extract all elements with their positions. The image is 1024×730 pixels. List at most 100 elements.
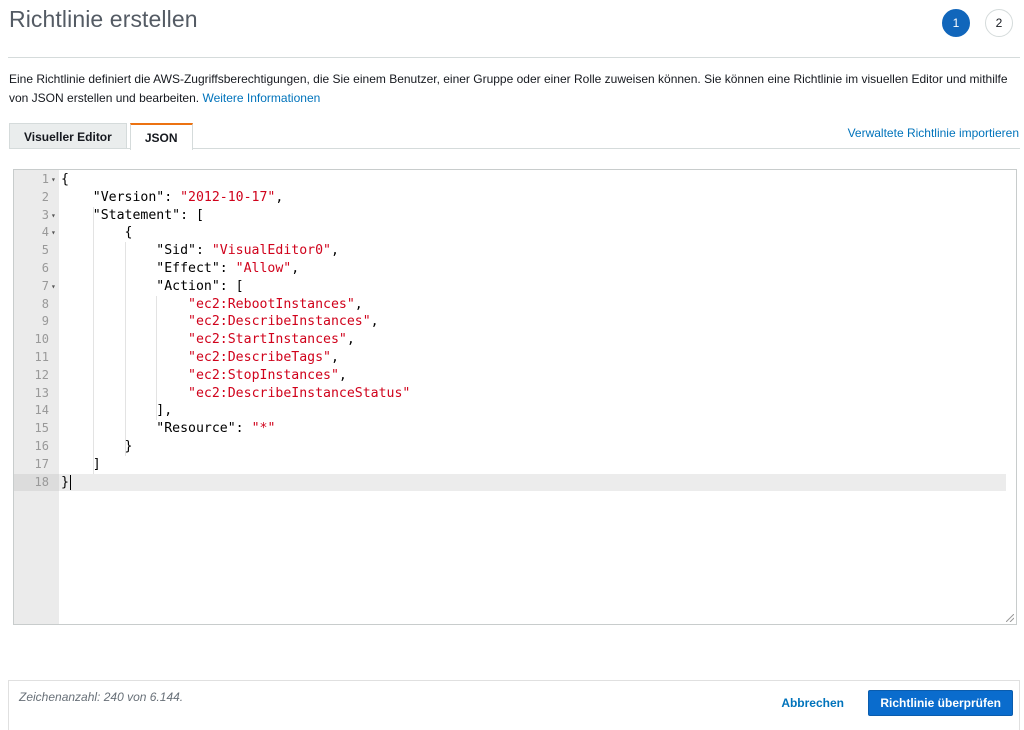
json-token: , [275,189,284,205]
code-text: "Version": "2012-10-17", [61,189,284,207]
json-string: "*" [251,421,276,437]
json-token: ] [61,456,101,472]
json-token: } [61,474,69,490]
line-number: 16 [34,439,49,453]
code-line: 8 "ec2:RebootInstances", [14,296,1016,314]
editor-tabs: Visueller Editor JSON [9,123,196,150]
code-text: "ec2:StartInstances", [61,331,355,349]
tab-visual-editor[interactable]: Visueller Editor [9,123,127,149]
line-number: 1 [41,172,49,186]
page-description: Eine Richtlinie definiert die AWS-Zugrif… [9,70,1014,108]
json-token: } [61,439,133,454]
code-line: 2 "Version": "2012-10-17", [14,189,1016,207]
code-line: 4 ▾ { [14,224,1016,242]
text-cursor [69,474,71,491]
code-text: "Effect": "Allow", [61,260,299,278]
line-number: 14 [34,403,49,418]
json-token: , [330,350,339,365]
import-managed-policy-link[interactable]: Verwaltete Richtlinie importieren [848,126,1019,140]
code-text: { [61,224,133,242]
json-token: , [330,243,339,259]
code-text: "ec2:DescribeInstances", [61,313,379,331]
code-text: "ec2:StopInstances", [61,367,347,385]
code-line: 11 "ec2:DescribeTags", [14,349,1016,367]
line-number: 7 [41,278,49,293]
json-token: "Resource": [61,421,252,437]
code-text: } [61,438,133,456]
line-number: 2 [41,189,49,204]
review-policy-button[interactable]: Richtlinie überprüfen [868,690,1013,716]
page-title: Richtlinie erstellen [9,6,198,32]
code-line: 9 "ec2:DescribeInstances", [14,313,1016,331]
code-text: "ec2:DescribeTags", [61,349,339,367]
code-text: "Resource": "*" [61,420,275,438]
fold-arrow-icon[interactable]: ▾ [51,207,56,225]
code-text: { [61,171,69,189]
json-token: "Sid": [61,243,212,259]
json-token: "Effect": [61,261,236,276]
json-string: "ec2:DescribeInstanceStatus" [188,385,411,401]
json-token: "Statement": [ [61,207,204,223]
line-number: 17 [34,456,49,471]
json-string: "Allow" [235,261,292,276]
code-line: 15 "Resource": "*" [14,420,1016,438]
json-string: "ec2:DescribeTags" [188,350,331,365]
step-2: 2 [985,9,1013,37]
resize-handle-icon[interactable] [1006,614,1014,622]
line-number: 13 [34,385,49,400]
fold-arrow-icon[interactable]: ▾ [51,171,56,189]
json-code-editor[interactable]: 1 ▾{2 "Version": "2012-10-17", 3 ▾ "Stateme… [13,169,1017,625]
json-token: ], [61,403,173,419]
line-number: 6 [41,261,49,275]
json-token: "Version": [61,189,181,205]
line-number: 8 [41,296,49,311]
line-number: 12 [34,367,49,382]
code-line: 13 "ec2:DescribeInstanceStatus" [14,385,1016,403]
cancel-button[interactable]: Abbrechen [781,696,844,710]
code-line: 3 ▾ "Statement": [ [14,207,1016,225]
json-string: "ec2:StopInstances" [188,367,339,383]
code-line: 1 ▾ { [14,171,1016,189]
line-number: 9 [41,314,49,329]
code-line: 6 "Effect": "Allow", [14,260,1016,278]
line-number: 5 [41,243,49,258]
tab-json[interactable]: JSON [129,123,193,150]
json-token: , [354,296,363,312]
code-line: 7 ▾ "Action": [ [14,278,1016,296]
code-line: 14 ], [14,402,1016,420]
line-number: 18 [34,474,49,489]
json-token: , [370,314,379,330]
json-token: , [346,332,355,348]
code-text: } [61,474,69,492]
step-1: 1 [942,9,970,37]
code-text: "Sid": "VisualEditor0", [61,242,339,260]
json-token: "Action": [ [61,278,244,294]
json-string: "ec2:RebootInstances" [188,296,355,312]
code-text: "ec2:DescribeInstanceStatus" [61,385,410,403]
code-line: 16 } [14,438,1016,456]
code-text: ] [61,456,101,474]
code-line: 10 "ec2:StartInstances", [14,331,1016,349]
line-number: 4 [41,225,49,240]
fold-arrow-icon[interactable]: ▾ [51,224,56,242]
code-text: ], [61,402,172,420]
code-text: "ec2:RebootInstances", [61,296,363,314]
learn-more-link[interactable]: Weitere Informationen [202,91,320,105]
code-line: 17 ] [14,456,1016,474]
title-divider [8,57,1020,58]
line-number: 3 [41,207,49,222]
description-text: Eine Richtlinie definiert die AWS-Zugrif… [9,72,1008,105]
code-line: 12 "ec2:StopInstances", [14,367,1016,385]
json-string: "VisualEditor0" [211,243,331,259]
character-count: Zeichenanzahl: 240 von 6.144. [19,690,184,704]
code-text: "Statement": [ [61,207,204,225]
fold-arrow-icon[interactable]: ▾ [51,278,56,296]
code-line: 5 "Sid": "VisualEditor0", [14,242,1016,260]
json-string: "ec2:DescribeInstances" [188,314,371,330]
